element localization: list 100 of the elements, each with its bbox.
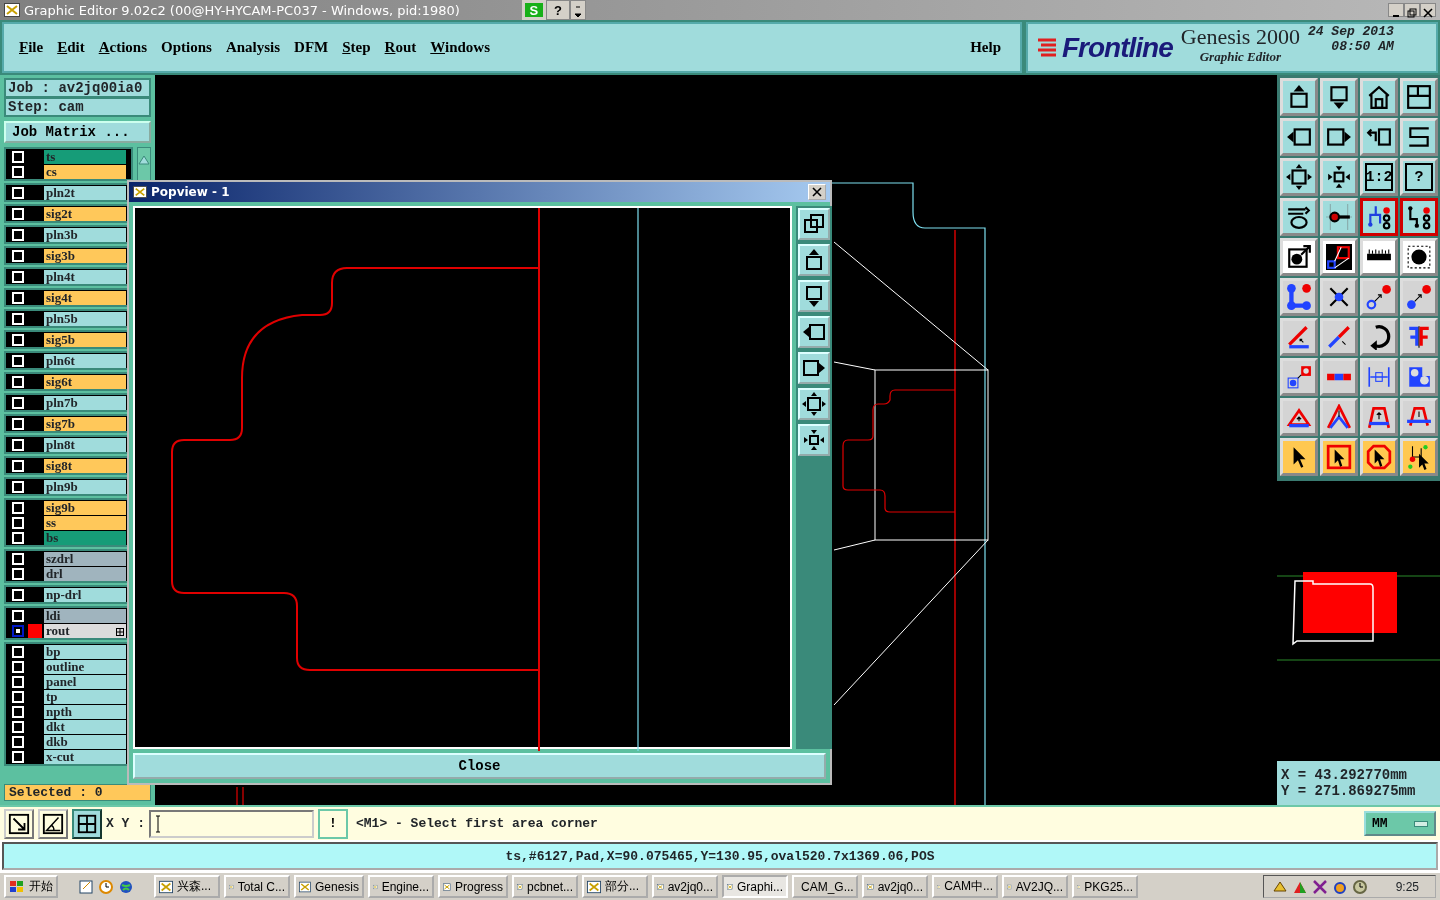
menu-item[interactable]: Edit	[50, 39, 92, 56]
taskbar-button[interactable]: av2jq0...	[862, 875, 928, 898]
taskbar-button[interactable]: Engine...	[368, 875, 434, 898]
tool-button[interactable]	[1400, 198, 1438, 236]
dots-arrow-icon	[1406, 284, 1432, 310]
window-grid-icon	[1406, 84, 1432, 110]
layer-name[interactable]: npth	[44, 704, 126, 719]
layer-name[interactable]: ss	[44, 515, 126, 530]
taskbar-button[interactable]: av2jq0...	[652, 875, 718, 898]
layer-name[interactable]: dkb	[44, 734, 126, 749]
clock-icon[interactable]	[98, 878, 114, 895]
units-dropdown[interactable]: MM	[1364, 811, 1436, 836]
menu-item[interactable]: Windows	[423, 39, 498, 56]
confirm-button[interactable]: !	[318, 808, 348, 839]
layer-name[interactable]: sig7b	[44, 416, 126, 431]
expand-icon	[116, 627, 124, 636]
layer-name[interactable]: pln4t	[44, 269, 126, 284]
globe-icon[interactable]	[118, 878, 134, 895]
taskbar-button[interactable]: 兴森...	[154, 875, 220, 898]
zoom-ratio-button[interactable]: 1:2	[1360, 158, 1398, 196]
menu-item[interactable]: File	[12, 39, 51, 56]
taskbar-button[interactable]: Genesis	[294, 875, 364, 898]
minimize-icon[interactable]	[1388, 3, 1404, 17]
layer-checkbox[interactable]	[12, 624, 24, 637]
pointer-box-icon	[1326, 444, 1352, 470]
taskbar-button[interactable]: Graphi...	[722, 875, 788, 898]
help-menu[interactable]: Help	[963, 39, 1008, 56]
nodes-icon	[1286, 284, 1312, 310]
layer-name[interactable]: pln6t	[44, 353, 126, 368]
layer-name[interactable]: sig3b	[44, 248, 126, 263]
layer-name[interactable]: sig2t	[44, 206, 126, 221]
layer-name[interactable]: panel	[44, 674, 126, 689]
job-matrix-button[interactable]: Job Matrix ...	[4, 121, 151, 143]
taskbar-button[interactable]: 部分...	[582, 875, 648, 898]
layer-name[interactable]: ts	[44, 149, 126, 164]
pointer-octagon-icon	[1366, 444, 1392, 470]
notepad-icon[interactable]	[78, 878, 94, 895]
clock-icon[interactable]	[1351, 878, 1368, 895]
start-button[interactable]: 开始	[4, 875, 58, 898]
taskbar-button[interactable]: CAM中...	[932, 875, 998, 898]
layer-name[interactable]: cs	[44, 164, 126, 179]
layer-name[interactable]: sig9b	[44, 500, 126, 515]
layer-name[interactable]: outline	[44, 659, 126, 674]
menu-item[interactable]: Step	[335, 39, 378, 56]
contract-arrows-icon	[1326, 164, 1352, 190]
taskbar-button[interactable]: Total C...	[224, 875, 290, 898]
menu-item[interactable]: Analysis	[218, 39, 288, 56]
layer-name[interactable]: pln2t	[44, 185, 126, 200]
app-icon	[133, 185, 147, 198]
close-icon[interactable]	[1420, 3, 1436, 17]
layer-name[interactable]: pln3b	[44, 227, 126, 242]
tool-button[interactable]	[72, 808, 102, 839]
window-icon	[587, 879, 601, 894]
layer-name[interactable]: ldi	[44, 608, 126, 623]
layer-name[interactable]: pln5b	[44, 311, 126, 326]
layer-name[interactable]: drl	[44, 566, 126, 581]
layer-name[interactable]: bp	[44, 644, 126, 659]
expand-arrows-icon	[802, 392, 826, 417]
layer-name[interactable]: pln9b	[44, 479, 126, 494]
close-button[interactable]: Close	[133, 753, 826, 779]
menu-item[interactable]: Options	[154, 39, 219, 56]
tools-palette-icon	[1286, 204, 1312, 230]
layer-name[interactable]: szdrl	[44, 551, 126, 566]
layer-name[interactable]: sig5b	[44, 332, 126, 347]
help-button[interactable]: ?	[1400, 158, 1438, 196]
taskbar-button[interactable]: CAM_G...	[792, 875, 858, 898]
layer-name[interactable]: tp	[44, 689, 126, 704]
layer-name[interactable]: dkt	[44, 719, 126, 734]
layer-name[interactable]: pln8t	[44, 437, 126, 452]
layer-name[interactable]: sig6t	[44, 374, 126, 389]
contract-arrows-icon	[802, 428, 826, 453]
restore-icon[interactable]	[1404, 3, 1420, 17]
window-icon	[299, 879, 311, 894]
window-title: Graphic Editor 9.02c2 (00@HY-HYCAM-PC037 - Windows, pid:1980)	[24, 2, 460, 18]
layer-name[interactable]: x-cut	[44, 749, 126, 764]
layer-color-swatch	[28, 623, 42, 638]
help-button[interactable]: ?	[545, 0, 570, 20]
taskbar-button[interactable]: AV2JQ...	[1002, 875, 1068, 898]
taskbar-button[interactable]: PKG25...	[1072, 875, 1138, 898]
layer-name[interactable]: sig8t	[44, 458, 126, 473]
menu-item[interactable]: Actions	[91, 39, 155, 56]
layer-name[interactable]: np-drl	[44, 587, 126, 602]
layer-name[interactable]: rout	[44, 623, 126, 638]
taskbar-button[interactable]: pcbnet...	[512, 875, 578, 898]
step-name: Step: cam	[4, 97, 151, 117]
house-icon	[1366, 84, 1392, 110]
taskbar-button[interactable]: Progress	[438, 875, 508, 898]
tool-button[interactable]	[1360, 198, 1398, 236]
layer-name[interactable]: sig4t	[44, 290, 126, 305]
taskbar-clock: 9:25	[1395, 879, 1419, 894]
shapes-icon	[1406, 364, 1432, 390]
y-coordinate: Y = 271.869275mm	[1281, 783, 1417, 799]
s-curve-icon	[1406, 124, 1432, 150]
layer-name[interactable]: pln7b	[44, 395, 126, 410]
coordinate-input[interactable]	[149, 809, 314, 838]
menu-item[interactable]: Rout	[377, 39, 424, 56]
angle-line-icon	[1286, 324, 1312, 350]
cross-icon[interactable]	[1311, 878, 1328, 895]
layer-name[interactable]: bs	[44, 530, 126, 545]
menu-item[interactable]: DFM	[287, 39, 336, 56]
